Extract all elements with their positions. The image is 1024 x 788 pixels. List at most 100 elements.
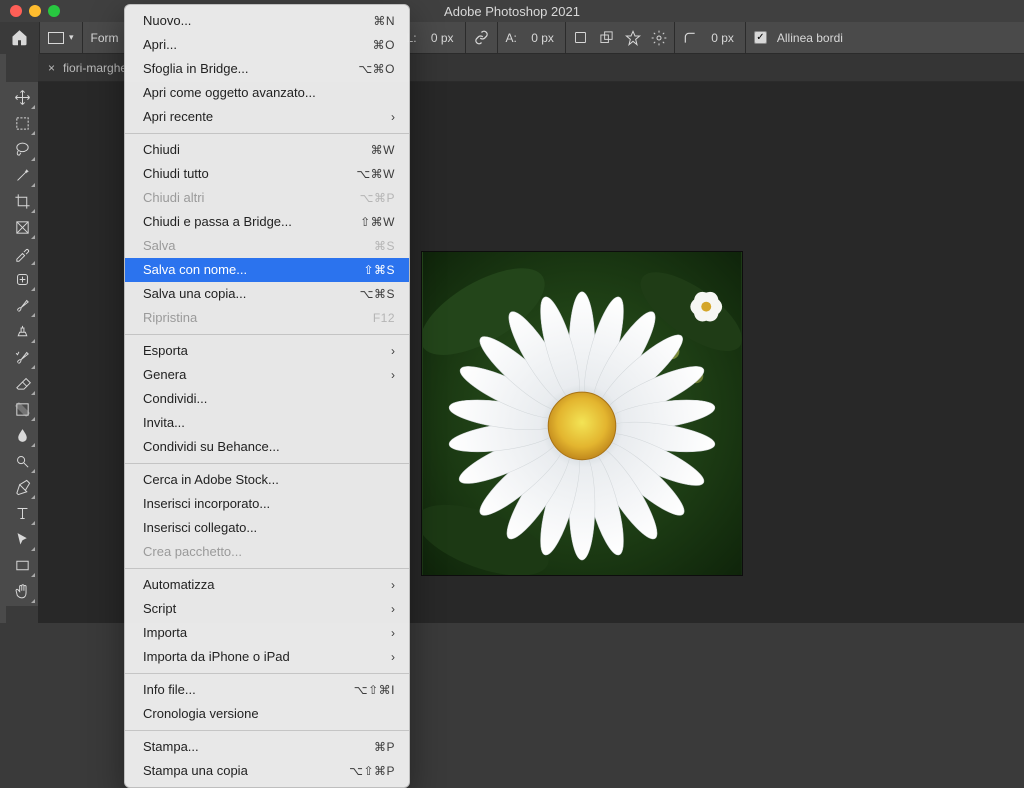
chevron-right-icon: ›	[391, 108, 395, 126]
menu-item-label: Crea pacchetto...	[143, 543, 242, 561]
rectangle-icon	[48, 32, 64, 44]
home-button[interactable]	[0, 22, 40, 54]
menu-item-label: Nuovo...	[143, 12, 191, 30]
dodge-tool[interactable]	[8, 448, 36, 474]
menu-item-label: Importa da iPhone o iPad	[143, 648, 290, 666]
menu-item-salva-con-nome[interactable]: Salva con nome...⇧⌘S	[125, 258, 409, 282]
menu-separator	[125, 463, 409, 464]
maximize-window-button[interactable]	[48, 5, 60, 17]
form-mode-dropdown[interactable]: Form	[83, 22, 128, 53]
document-image[interactable]	[421, 251, 743, 576]
menu-item-salva-una-copia[interactable]: Salva una copia...⌥⌘S	[125, 282, 409, 306]
height-value: 0 px	[521, 31, 557, 45]
menu-item-inserisci-incorporato[interactable]: Inserisci incorporato...	[125, 492, 409, 516]
clone-stamp-tool[interactable]	[8, 318, 36, 344]
align-edges-label: Allinea bordi	[777, 31, 843, 45]
menu-item-cronologia-versione[interactable]: Cronologia versione	[125, 702, 409, 726]
tool-palette	[6, 82, 38, 606]
menu-separator	[125, 730, 409, 731]
menu-item-invita[interactable]: Invita...	[125, 411, 409, 435]
menu-item-label: Cronologia versione	[143, 705, 259, 723]
menu-item-shortcut: ⇧⌘W	[360, 213, 395, 231]
hand-tool[interactable]	[8, 578, 36, 604]
chevron-right-icon: ›	[391, 342, 395, 360]
history-brush-tool[interactable]	[8, 344, 36, 370]
menu-item-apri-recente[interactable]: Apri recente›	[125, 105, 409, 129]
menu-separator	[125, 133, 409, 134]
gear-button[interactable]	[647, 26, 671, 50]
path-options-button[interactable]	[621, 26, 645, 50]
menu-item-importa[interactable]: Importa›	[125, 621, 409, 645]
link-dimensions-button[interactable]	[466, 22, 498, 53]
type-tool[interactable]	[8, 500, 36, 526]
document-tab-name: fiori-marghe	[63, 61, 127, 75]
chevron-right-icon: ›	[391, 366, 395, 384]
menu-item-label: Chiudi altri	[143, 189, 204, 207]
chevron-right-icon: ›	[391, 576, 395, 594]
menu-item-genera[interactable]: Genera ›	[125, 363, 409, 387]
magic-wand-tool[interactable]	[8, 162, 36, 188]
menu-item-label: Apri...	[143, 36, 177, 54]
menu-item-label: Inserisci incorporato...	[143, 495, 270, 513]
menu-item-condividi-su-behance[interactable]: Condividi su Behance...	[125, 435, 409, 459]
window-controls	[10, 5, 60, 17]
menu-item-cerca-in-adobe-stock[interactable]: Cerca in Adobe Stock...	[125, 468, 409, 492]
align-edges-checkbox[interactable]: ✓ Allinea bordi	[746, 22, 851, 53]
menu-item-shortcut: ⌥⇧⌘I	[354, 681, 395, 699]
menu-item-inserisci-collegato[interactable]: Inserisci collegato...	[125, 516, 409, 540]
menu-item-apri[interactable]: Apri... ⌘O	[125, 33, 409, 57]
menu-item-importa-da-iphone-o-ipad[interactable]: Importa da iPhone o iPad›	[125, 645, 409, 669]
frame-tool[interactable]	[8, 214, 36, 240]
healing-brush-tool[interactable]	[8, 266, 36, 292]
path-arrange-button[interactable]	[595, 26, 619, 50]
menu-item-label: Chiudi e passa a Bridge...	[143, 213, 292, 231]
close-window-button[interactable]	[10, 5, 22, 17]
path-selection-tool[interactable]	[8, 526, 36, 552]
gradient-tool[interactable]	[8, 396, 36, 422]
menu-item-chiudi[interactable]: Chiudi⌘W	[125, 138, 409, 162]
menu-item-sfoglia-in-bridge[interactable]: Sfoglia in Bridge...⌥⌘O	[125, 57, 409, 81]
menu-item-esporta[interactable]: Esporta ›	[125, 339, 409, 363]
menu-separator	[125, 673, 409, 674]
move-tool[interactable]	[8, 84, 36, 110]
daisy-illustration	[422, 252, 742, 575]
close-tab-button[interactable]: ×	[48, 61, 55, 75]
lasso-tool[interactable]	[8, 136, 36, 162]
menu-item-info-file[interactable]: Info file...⌥⇧⌘I	[125, 678, 409, 702]
height-label: A:	[506, 31, 517, 45]
menu-item-salva: Salva ⌘S	[125, 234, 409, 258]
menu-item-stampa[interactable]: Stampa...⌘P	[125, 735, 409, 759]
menu-item-label: Inserisci collegato...	[143, 519, 257, 537]
menu-item-label: Salva	[143, 237, 176, 255]
menu-item-shortcut: ⌘S	[374, 237, 395, 255]
eraser-tool[interactable]	[8, 370, 36, 396]
menu-item-script[interactable]: Script›	[125, 597, 409, 621]
menu-item-chiudi-e-passa-a-bridge[interactable]: Chiudi e passa a Bridge... ⇧⌘W	[125, 210, 409, 234]
menu-item-chiudi-tutto[interactable]: Chiudi tutto⌥⌘W	[125, 162, 409, 186]
document-tab[interactable]: × fiori-marghe	[38, 55, 137, 81]
shape-preset-dropdown[interactable]: ▾	[40, 22, 83, 53]
chevron-right-icon: ›	[391, 624, 395, 642]
height-field[interactable]: A: 0 px	[498, 22, 566, 53]
menu-item-label: Chiudi	[143, 141, 180, 159]
menu-item-label: Genera	[143, 366, 186, 384]
menu-item-condividi[interactable]: Condividi...	[125, 387, 409, 411]
menu-item-shortcut: ⌘O	[373, 36, 395, 54]
menu-item-stampa-una-copia[interactable]: Stampa una copia⌥⇧⌘P	[125, 759, 409, 783]
corner-radius-field[interactable]: 0 px	[675, 22, 746, 53]
blur-tool[interactable]	[8, 422, 36, 448]
path-align-button[interactable]	[569, 26, 593, 50]
crop-tool[interactable]	[8, 188, 36, 214]
menu-item-ripristina: RipristinaF12	[125, 306, 409, 330]
brush-tool[interactable]	[8, 292, 36, 318]
menu-item-nuovo[interactable]: Nuovo...⌘N	[125, 9, 409, 33]
eyedropper-tool[interactable]	[8, 240, 36, 266]
menu-item-label: Esporta	[143, 342, 188, 360]
menu-item-apri-come-oggetto-avanzato[interactable]: Apri come oggetto avanzato...	[125, 81, 409, 105]
marquee-tool[interactable]	[8, 110, 36, 136]
pen-tool[interactable]	[8, 474, 36, 500]
file-menu-dropdown: Nuovo...⌘N Apri... ⌘O Sfoglia in Bridge...⌥…	[124, 4, 410, 788]
menu-item-automatizza[interactable]: Automatizza›	[125, 573, 409, 597]
rectangle-shape-tool[interactable]	[8, 552, 36, 578]
minimize-window-button[interactable]	[29, 5, 41, 17]
